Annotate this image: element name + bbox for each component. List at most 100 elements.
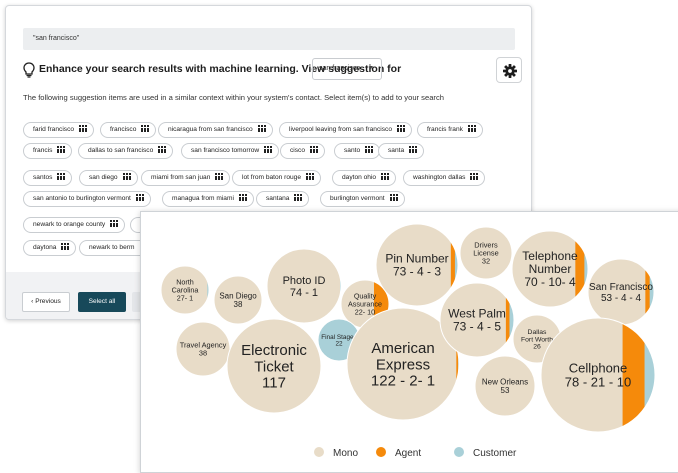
bubble-label: Pin Number [385,252,448,266]
bubble-label: West Palm [448,307,506,321]
grid-icon [409,146,418,153]
bubble-value: 32 [482,257,490,266]
suggestion-chip[interactable]: francis frank [417,122,483,138]
suggestion-select[interactable]: san francisco [312,58,382,80]
bubble-label: Photo ID [283,275,326,287]
bubble-label: Dallas [528,329,547,336]
grid-icon [215,173,224,180]
previous-button[interactable]: ‹ Previous [22,292,70,312]
lightbulb-icon [23,62,35,78]
bubble-value: 70 - 10- 4 [524,275,576,289]
grid-icon [389,194,398,201]
bubble-pin-number[interactable]: Pin Number73 - 4 - 3 [375,223,459,307]
suggestion-chip[interactable]: lot from baton rouge [232,170,322,186]
search-query-bar[interactable]: "san francisco" [23,28,515,50]
chevron-down-icon [369,66,373,69]
bubble-label: Ticket [254,358,294,375]
legend-swatch [314,447,324,457]
legend-swatch [454,447,464,457]
suggestion-chip[interactable]: san diego [79,170,138,186]
bubble-san-diego[interactable]: San Diego38 [213,275,263,325]
bubble-value: 22- 10 [355,307,375,316]
suggestion-chip[interactable]: francisco [100,122,157,138]
intro-text: The following suggestion items are used … [23,93,444,102]
suggestion-chip[interactable]: managua from miami [162,191,254,207]
bubble-cellphone[interactable]: Cellphone78 - 21 - 10 [540,317,656,433]
grid-icon [467,125,476,132]
suggestion-chip[interactable]: san antonio to burlington vermont [23,191,151,207]
suggestion-chip[interactable]: dallas to san francisco [78,143,174,159]
legend-item-mono: Mono [314,447,358,459]
suggestion-chip[interactable]: daytona [23,240,77,256]
bubble-value: 74 - 1 [290,287,318,299]
bubble-chart: NorthCarolina27- 1 San Diego38Photo ID74 … [160,223,656,459]
suggestion-chip[interactable]: burlington vermont [320,191,405,207]
grid-icon [135,194,144,201]
settings-button[interactable] [496,57,522,83]
grid-icon [294,194,303,201]
suggestion-chip[interactable]: liverpool leaving from san francisco [279,122,412,138]
bubble-value: 73 - 4 - 3 [393,265,441,279]
enhance-row: Enhance your search results with machine… [23,57,522,83]
suggestion-chip[interactable]: san francisco tomorrow [181,143,280,159]
bubble-value: 73 - 4 - 5 [453,320,501,334]
legend-label: Mono [333,448,358,459]
gear-icon [503,64,517,78]
bubble-new-orleans[interactable]: New Orleans53 [474,355,536,417]
bubble-value: 117 [262,374,286,391]
legend-item-customer: Customer [454,447,517,459]
legend-label: Customer [473,448,517,459]
grid-icon [257,125,266,132]
legend-item-agent: Agent [376,447,421,459]
legend-label: Agent [395,448,421,459]
grid-icon [396,125,405,132]
bubble-electronic-ticket[interactable]: ElectronicTicket117 [226,318,322,414]
grid-icon [306,173,315,180]
grid-icon [365,146,374,153]
bubble-west-palm[interactable]: West Palm73 - 4 - 5 [439,282,515,358]
suggestion-chip[interactable]: nicaragua from san francisco [158,122,273,138]
suggestion-chip[interactable]: farid francisco [23,122,95,138]
bubble-travel-agency[interactable]: Travel Agency38 [175,321,231,377]
bubble-label: Number [529,262,572,276]
bubble-label: San Francisco [589,282,653,293]
suggestion-chip[interactable]: dayton ohio [332,170,397,186]
grid-icon [57,146,66,153]
legend-swatch [376,447,386,457]
bubble-value: 27- 1 [177,293,193,302]
select-all-button[interactable]: Select all [78,292,126,312]
suggestion-chip[interactable]: cisco [280,143,326,159]
suggestion-chip[interactable]: newark to orange county [23,217,126,233]
grid-icon [122,173,131,180]
bubble-telephone-number[interactable]: TelephoneNumber70 - 10- 4 [511,230,589,308]
bubble-photo-id[interactable]: Photo ID74 - 1 [266,248,342,324]
suggestion-chip[interactable]: francis [23,143,73,159]
bubble-value: 78 - 21 - 10 [565,375,632,390]
bubble-value: 38 [199,349,207,358]
bubble-san-francisco[interactable]: San Francisco53 - 4 - 4 [587,258,655,326]
bubble-label: Telephone [522,249,578,263]
suggestion-chip[interactable]: washington dallas [403,170,486,186]
grid-icon [57,173,66,180]
bubble-value: 38 [234,300,243,309]
bubble-slice-agent [505,283,510,357]
suggestion-chip[interactable]: santa [378,143,425,159]
grid-icon [158,146,167,153]
grid-icon [310,146,319,153]
bubble-label: Cellphone [569,361,628,376]
bubble-value: 122 - 2- 1 [371,372,435,389]
grid-icon [238,194,247,201]
suggestion-chip[interactable]: santos [23,170,73,186]
suggestion-chip[interactable]: santana [256,191,310,207]
bubble-value: 26 [533,344,541,351]
suggestion-chip[interactable]: santo [334,143,381,159]
grid-icon [470,173,479,180]
bubble-drivers-license[interactable]: DriversLicense32 [459,226,513,280]
bubble-value: 53 - 4 - 4 [601,293,641,304]
bubble-north-carolina[interactable]: NorthCarolina27- 1 [160,265,210,315]
grid-icon [141,125,150,132]
bubble-chart-panel: North Carolina 27- 1 San Diego 38 Photo ID 74 … [140,211,678,473]
bubble-slice-customer [644,318,655,432]
suggestion-chip[interactable]: miami from san juan [141,170,231,186]
grid-icon [61,243,70,250]
